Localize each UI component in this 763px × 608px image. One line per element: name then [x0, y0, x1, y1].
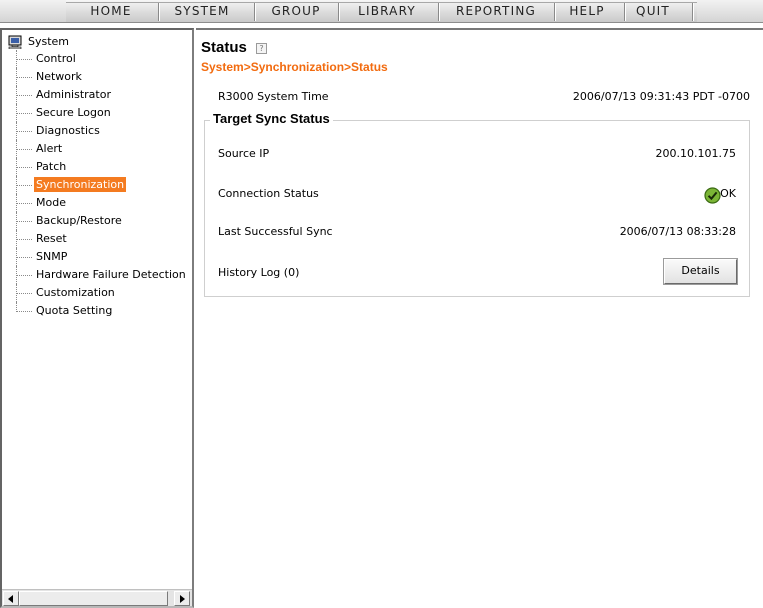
scroll-right-button[interactable] [174, 591, 190, 606]
settings-tree: System Control Network Administrator Sec… [6, 34, 190, 320]
details-button[interactable]: Details [663, 258, 738, 285]
nav-group[interactable]: GROUP [258, 4, 334, 21]
tree-connector [16, 266, 32, 284]
tree-connector [16, 158, 32, 176]
nav-help[interactable]: HELP [558, 4, 616, 21]
last-sync-label: Last Successful Sync [218, 225, 333, 238]
tree-item-network[interactable]: Network [6, 68, 190, 86]
connection-status-value: OK [720, 187, 736, 200]
tree-item-label: SNMP [36, 250, 68, 263]
tree-item-patch[interactable]: Patch [6, 158, 190, 176]
tree-item-secure-logon[interactable]: Secure Logon [6, 104, 190, 122]
tree-connector [16, 50, 32, 68]
source-ip-label: Source IP [218, 147, 270, 160]
last-sync-value: 2006/07/13 08:33:28 [619, 225, 736, 238]
tree-item-customization[interactable]: Customization [6, 284, 190, 302]
tree-connector [16, 302, 32, 312]
sidebar-tree-panel: System Control Network Administrator Sec… [0, 28, 194, 608]
help-icon[interactable]: ? [256, 43, 267, 54]
nav-quit[interactable]: QUIT [628, 4, 678, 21]
target-sync-status-legend: Target Sync Status [210, 111, 333, 126]
nav-separator [254, 3, 256, 21]
tree-item-label: Diagnostics [36, 124, 100, 137]
tree-connector [16, 104, 32, 122]
target-sync-status-group: Target Sync Status Source IP 200.10.101.… [204, 111, 750, 297]
tree-connector [16, 284, 32, 302]
arrow-right-icon [180, 595, 185, 603]
breadcrumb: System>Synchronization>Status [201, 60, 388, 74]
tree-item-label: Customization [36, 286, 115, 299]
nav-system[interactable]: SYSTEM [160, 4, 244, 21]
nav-reporting[interactable]: REPORTING [440, 4, 552, 21]
nav-separator [624, 3, 626, 21]
tree-item-alert[interactable]: Alert [6, 140, 190, 158]
history-log-label: History Log (0) [218, 266, 300, 279]
tree-item-label: Synchronization [34, 177, 127, 192]
computer-icon [8, 35, 22, 49]
connection-status-label: Connection Status [218, 187, 319, 200]
tree-connector [16, 122, 32, 140]
nav-separator [554, 3, 556, 21]
tree-item-mode[interactable]: Mode [6, 194, 190, 212]
page-title: Status [201, 39, 247, 56]
nav-left-cap [0, 0, 66, 22]
tree-root-label: System [28, 35, 70, 48]
tree-item-label: Secure Logon [36, 106, 111, 119]
tree-item-label: Administrator [36, 88, 111, 101]
tree-item-label: Reset [36, 232, 67, 245]
tree-item-snmp[interactable]: SNMP [6, 248, 190, 266]
horizontal-scrollbar[interactable] [2, 589, 192, 606]
top-navigation: HOME SYSTEM GROUP LIBRARY REPORTING HELP… [0, 0, 763, 23]
tree-item-administrator[interactable]: Administrator [6, 86, 190, 104]
tree-item-reset[interactable]: Reset [6, 230, 190, 248]
tree-connector [16, 230, 32, 248]
tree-item-quota-setting[interactable]: Quota Setting [6, 302, 190, 320]
system-time-value: 2006/07/13 09:31:43 PDT -0700 [572, 90, 750, 103]
nav-library[interactable]: LIBRARY [340, 4, 434, 21]
tree-connector [16, 86, 32, 104]
tree-connector [16, 194, 32, 212]
tree-item-label: Control [36, 52, 76, 65]
source-ip-value: 200.10.101.75 [655, 147, 736, 160]
arrow-left-icon [8, 595, 13, 603]
main-content: Status ? System>Synchronization>Status R… [196, 28, 763, 608]
tree-item-control[interactable]: Control [6, 50, 190, 68]
nav-right-cap [697, 0, 763, 22]
tree-connector [16, 248, 32, 266]
nav-home[interactable]: HOME [74, 4, 148, 21]
tree-connector [16, 68, 32, 86]
check-circle-icon [704, 187, 721, 204]
tree-item-synchronization[interactable]: Synchronization [6, 176, 190, 194]
tree-item-hardware-failure-detection[interactable]: Hardware Failure Detection [6, 266, 190, 284]
tree-item-label: Network [36, 70, 82, 83]
system-time-label: R3000 System Time [218, 90, 329, 103]
tree-root-system[interactable]: System [6, 34, 190, 50]
tree-item-label: Patch [36, 160, 67, 173]
tree-item-backup-restore[interactable]: Backup/Restore [6, 212, 190, 230]
tree-item-label: Backup/Restore [36, 214, 122, 227]
scroll-left-button[interactable] [3, 591, 19, 606]
tree-item-diagnostics[interactable]: Diagnostics [6, 122, 190, 140]
tree-item-label: Hardware Failure Detection [36, 268, 186, 281]
tree-item-label: Mode [36, 196, 66, 209]
tree-connector [16, 140, 32, 158]
tree-connector [16, 212, 32, 230]
nav-separator [692, 3, 694, 21]
tree-connector [16, 176, 32, 194]
tree-item-label: Alert [36, 142, 63, 155]
scrollbar-thumb[interactable] [19, 591, 168, 606]
tree-item-label: Quota Setting [36, 304, 113, 317]
